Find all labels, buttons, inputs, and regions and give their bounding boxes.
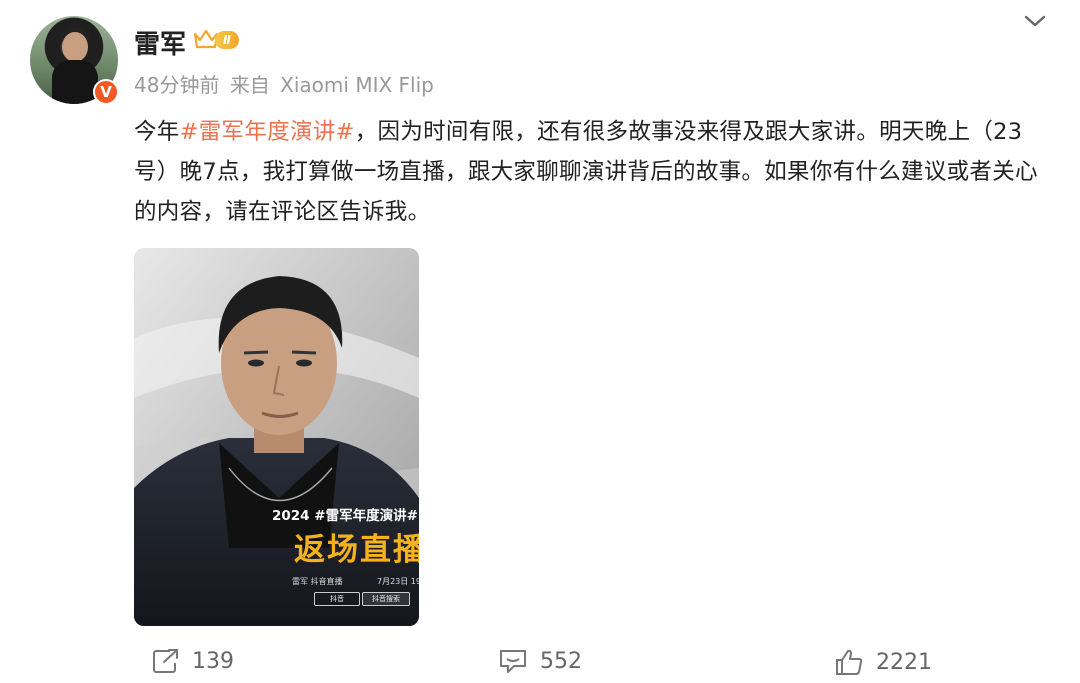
post-meta: 48分钟前 来自 Xiaomi MIX Flip xyxy=(134,69,438,98)
like-count: 2221 xyxy=(876,649,932,675)
poster-small-left: 雷军 抖音直播 xyxy=(292,577,343,586)
poster-button-left: 抖音 xyxy=(314,592,360,606)
level-badge: Ⅱ xyxy=(215,31,239,49)
avatar-head xyxy=(62,32,88,62)
like-button[interactable]: 2221 xyxy=(834,648,932,676)
action-bar: 139 552 2221 xyxy=(0,644,1080,680)
post-text: 今年#雷军年度演讲#，因为时间有限，还有很多故事没来得及跟大家讲。明天晚上（23… xyxy=(134,112,1052,232)
post-text-prefix: 今年 xyxy=(134,119,180,145)
comment-button[interactable]: 552 xyxy=(498,648,582,674)
post-image[interactable]: 2024 #雷军年度演讲# 返场直播 雷军 抖音直播 7月23日 19:00 抖… xyxy=(134,248,419,626)
comment-icon xyxy=(500,650,526,673)
username[interactable]: 雷军 xyxy=(134,24,186,61)
post-time: 48分钟前 xyxy=(134,73,220,97)
hashtag-link[interactable]: #雷军年度演讲# xyxy=(180,119,355,145)
repost-icon xyxy=(153,649,178,673)
poster-headline: 返场直播 xyxy=(294,532,419,568)
repost-button[interactable]: 139 xyxy=(152,648,234,674)
post-source-prefix: 来自 xyxy=(229,73,270,97)
comment-count: 552 xyxy=(540,648,582,674)
poster-button-right: 抖音搜索 xyxy=(362,592,410,606)
poster-portrait xyxy=(134,248,419,626)
poster-small-right: 7月23日 19:00 xyxy=(377,577,419,586)
poster-year-tag: 2024 #雷军年度演讲# xyxy=(272,508,418,524)
avatar-body xyxy=(52,60,98,104)
like-icon xyxy=(836,649,863,675)
post-source-device[interactable]: Xiaomi MIX Flip xyxy=(280,73,434,97)
repost-count: 139 xyxy=(192,648,234,674)
verified-badge: V xyxy=(93,79,119,105)
chevron-down-icon[interactable] xyxy=(1022,12,1048,30)
